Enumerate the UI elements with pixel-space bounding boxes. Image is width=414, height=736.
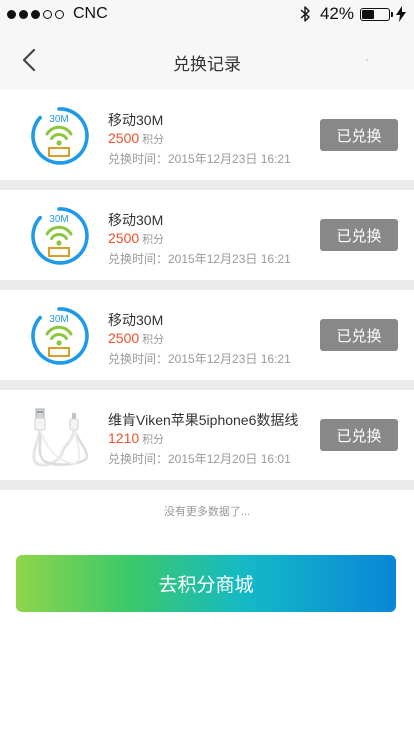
product-name: 维肯Viken苹果5iphone6数据线	[108, 412, 299, 428]
redeemed-button[interactable]: 已兑换	[320, 319, 398, 351]
thumb-label: 30M	[49, 214, 68, 225]
points-line: 1210 积分	[108, 430, 308, 449]
list-item[interactable]: 30M 移动30M 2500 积分 兑换时间：2015年12月23日 16:21 …	[0, 290, 414, 380]
exchange-time: 兑换时间：2015年12月20日 16:01	[108, 452, 291, 466]
battery-fill	[362, 9, 374, 19]
list-item[interactable]: 30M 移动30M 2500 积分 兑换时间：2015年12月23日 16:21 …	[0, 190, 414, 280]
redeemed-button[interactable]: 已兑换	[320, 119, 398, 151]
list-item[interactable]: 维肯Viken苹果5iphone6数据线 1210 积分 兑换时间：2015年12…	[0, 390, 414, 480]
wifi-data-30m-icon: 30M	[31, 207, 89, 265]
record-info: 维肯Viken苹果5iphone6数据线 1210 积分 兑换时间：2015年12…	[108, 412, 308, 467]
charging-icon	[396, 6, 406, 22]
signal-dot	[43, 9, 52, 19]
product-name: 移动30M	[108, 212, 164, 228]
page-title: 兑换记录	[173, 55, 241, 74]
points-value: 2500	[108, 330, 140, 346]
list-item[interactable]: 30M 移动30M 2500 积分 兑换时间：2015年12月23日 16:21 …	[0, 90, 414, 180]
record-info: 移动30M 2500 积分 兑换时间：2015年12月23日 16:21	[108, 212, 308, 267]
signal-dot	[7, 9, 16, 19]
points-line: 2500 积分	[108, 130, 308, 149]
nav-dot	[366, 59, 368, 61]
exchange-record-list: 30M 移动30M 2500 积分 兑换时间：2015年12月23日 16:21 …	[0, 90, 414, 480]
list-bottom-divider	[0, 480, 414, 490]
record-info: 移动30M 2500 积分 兑换时间：2015年12月23日 16:21	[108, 312, 308, 367]
signal-dot	[31, 9, 40, 19]
points-value: 2500	[108, 130, 140, 146]
product-name: 移动30M	[108, 312, 164, 328]
exchange-time: 兑换时间：2015年12月23日 16:21	[108, 152, 291, 166]
exchange-time: 兑换时间：2015年12月23日 16:21	[108, 252, 291, 266]
wifi-data-30m-icon: 30M	[31, 107, 89, 165]
battery-percent: 42%	[319, 4, 354, 23]
usb-cable-icon	[32, 408, 89, 467]
points-mall-button[interactable]: 去积分商城	[16, 555, 396, 612]
battery-icon	[360, 7, 393, 21]
points-unit: 积分	[142, 134, 165, 146]
redeemed-button[interactable]: 已兑换	[320, 219, 398, 251]
thumb-label: 30M	[49, 114, 68, 125]
points-unit: 积分	[142, 234, 165, 246]
nav-bar: 兑换记录	[0, 30, 414, 90]
redeemed-button[interactable]: 已兑换	[320, 419, 398, 451]
signal-dot	[19, 9, 28, 19]
points-line: 2500 积分	[108, 230, 308, 249]
signal-strength: CNC	[7, 5, 108, 23]
carrier-name: CNC	[73, 5, 108, 22]
battery-nub	[391, 11, 393, 17]
points-value: 1210	[108, 430, 140, 446]
product-name: 移动30M	[108, 112, 164, 128]
exchange-time: 兑换时间：2015年12月23日 16:21	[108, 352, 291, 366]
points-unit: 积分	[142, 334, 165, 346]
record-info: 移动30M 2500 积分 兑换时间：2015年12月23日 16:21	[108, 112, 308, 167]
wifi-data-30m-icon: 30M	[31, 307, 89, 365]
status-right: 42%	[298, 4, 406, 24]
points-line: 2500 积分	[108, 330, 308, 349]
no-more-data-text: 没有更多数据了...	[163, 506, 251, 518]
points-value: 2500	[108, 230, 140, 246]
signal-dot	[55, 9, 64, 19]
bluetooth-icon	[300, 6, 310, 22]
status-bar: CNC 42%	[0, 0, 414, 30]
points-unit: 积分	[142, 434, 165, 446]
thumb-label: 30M	[49, 314, 68, 325]
